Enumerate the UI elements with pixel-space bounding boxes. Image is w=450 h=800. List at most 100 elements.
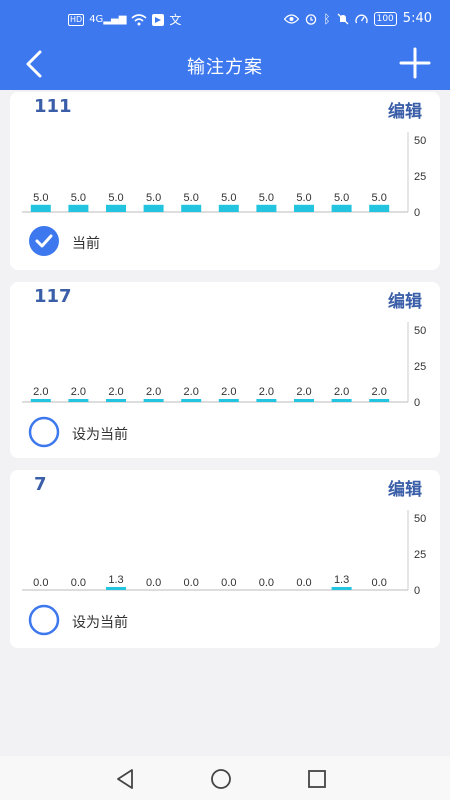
status-time: 5:40 [402, 11, 432, 26]
y-tick-label: 50 [414, 135, 426, 147]
bar-value-label: 5.0 [146, 192, 161, 204]
bar [294, 204, 314, 212]
bar-value-label: 5.0 [108, 192, 123, 204]
status-left-icons: HD 4G▂▄▆ 文 [68, 11, 181, 28]
bar [331, 587, 352, 590]
alarm-icon [306, 13, 317, 25]
bar-value-label: 5.0 [71, 192, 86, 204]
bar [369, 204, 390, 212]
bar-value-label: 2.0 [146, 386, 161, 398]
bar-value-label: 0.0 [184, 577, 199, 589]
plan-name: 7 [34, 474, 47, 495]
y-tick-label: 0 [414, 207, 420, 219]
bar-value-label: 5.0 [296, 192, 311, 204]
y-tick-label: 25 [414, 361, 426, 373]
bar [30, 399, 51, 402]
bar-value-label: 5.0 [33, 192, 48, 204]
plan-chart: 50 25 0 2.0 2.0 2.0 2.0 2.0 2.0 2.0 2.0 2.0 2.0 [22, 322, 426, 409]
bar-value-label: 2.0 [71, 386, 86, 398]
select-label[interactable]: 当前 [72, 233, 100, 253]
wifi-icon [131, 13, 147, 25]
plan-chart: 50 25 0 0.0 0.0 1.3 0.0 0.0 0.0 0.0 0.0 1.3 0.0 [22, 510, 426, 597]
y-tick-label: 25 [414, 171, 426, 183]
bar [181, 399, 202, 402]
mute-icon [337, 13, 349, 24]
unselected-radio-icon[interactable] [28, 604, 60, 636]
bar-value-label: 1.3 [334, 574, 349, 586]
bar [331, 399, 352, 402]
plan-card-0[interactable]: 111 编辑 50 25 0 5.0 5.0 5.0 5.0 5.0 5.0 5.0 5.0 5.0 5… [10, 92, 440, 270]
bar [218, 204, 239, 212]
bar-value-label: 0.0 [221, 577, 236, 589]
set-current-button[interactable]: 设为当前 [72, 424, 128, 444]
bar-value-label: 5.0 [221, 192, 236, 204]
signal-4g-icon: 4G▂▄▆ [89, 14, 127, 25]
bar [294, 399, 314, 402]
plan-card-2[interactable]: 7 编辑 50 25 0 0.0 0.0 1.3 0.0 0.0 0.0 0.0 0.0 1.3 0.0… [10, 470, 440, 648]
translate-icon: 文 [169, 13, 182, 27]
bar [68, 399, 89, 402]
bar [181, 204, 202, 212]
y-tick-label: 50 [414, 513, 426, 525]
nav-back-icon[interactable] [112, 766, 138, 792]
bar-value-label: 1.3 [108, 574, 123, 586]
bar [143, 204, 164, 212]
y-tick-label: 50 [414, 325, 426, 337]
bar-value-label: 2.0 [184, 386, 199, 398]
bar-value-label: 0.0 [33, 577, 48, 589]
bar [256, 204, 277, 212]
page-title: 输注方案 [187, 57, 263, 78]
battery-indicator: 100 [373, 11, 397, 26]
bar-value-label: 2.0 [108, 386, 123, 398]
plan-name: 117 [34, 286, 72, 307]
plus-icon[interactable] [396, 44, 434, 82]
status-bar: HD 4G▂▄▆ 文 ᛒ 100 5:40 [0, 0, 450, 40]
edit-button[interactable]: 编辑 [388, 287, 422, 312]
bar [106, 399, 126, 402]
nav-recent-icon[interactable] [304, 766, 330, 792]
speed-icon [354, 14, 368, 23]
bar [369, 399, 390, 402]
bar-value-label: 5.0 [259, 192, 274, 204]
nav-home-icon[interactable] [208, 766, 234, 792]
bar [143, 399, 164, 402]
hd-icon: HD [68, 13, 85, 26]
bar-value-label: 5.0 [372, 192, 387, 204]
bar [256, 399, 277, 402]
edit-button[interactable]: 编辑 [388, 475, 422, 500]
bar-value-label: 0.0 [71, 577, 86, 589]
y-tick-label: 0 [414, 585, 420, 597]
bar-value-label: 2.0 [296, 386, 311, 398]
bar-value-label: 2.0 [33, 386, 48, 398]
bar [331, 204, 352, 212]
status-right-icons: ᛒ 100 5:40 [284, 11, 432, 26]
app-bar: 输注方案 [0, 40, 450, 90]
plan-chart: 50 25 0 5.0 5.0 5.0 5.0 5.0 5.0 5.0 5.0 5.0 5.0 [22, 132, 426, 219]
y-tick-label: 0 [414, 397, 420, 409]
bar-value-label: 0.0 [146, 577, 161, 589]
bar [30, 204, 51, 212]
y-tick-label: 25 [414, 549, 426, 561]
set-current-button[interactable]: 设为当前 [72, 612, 128, 632]
network-label: 4G [89, 14, 104, 25]
edit-button[interactable]: 编辑 [388, 97, 422, 122]
unselected-radio-icon[interactable] [28, 416, 60, 448]
system-nav-bar [0, 756, 450, 800]
bar [218, 399, 239, 402]
bar-value-label: 0.0 [372, 577, 387, 589]
eye-icon [284, 13, 300, 24]
bar [106, 204, 126, 212]
bar-value-label: 2.0 [372, 386, 387, 398]
bar-value-label: 0.0 [259, 577, 274, 589]
bar-value-label: 5.0 [334, 192, 349, 204]
bar-value-label: 2.0 [259, 386, 274, 398]
bar-value-label: 0.0 [296, 577, 311, 589]
bluetooth-icon: ᛒ [323, 11, 331, 26]
bar-value-label: 5.0 [184, 192, 199, 204]
bar [68, 204, 89, 212]
plan-card-1[interactable]: 117 编辑 50 25 0 2.0 2.0 2.0 2.0 2.0 2.0 2.0 2.0 2.0 2… [10, 282, 440, 458]
bar-value-label: 2.0 [221, 386, 236, 398]
selected-check-icon[interactable] [28, 225, 60, 257]
app-notification-icon [152, 13, 165, 26]
bar [106, 587, 126, 590]
